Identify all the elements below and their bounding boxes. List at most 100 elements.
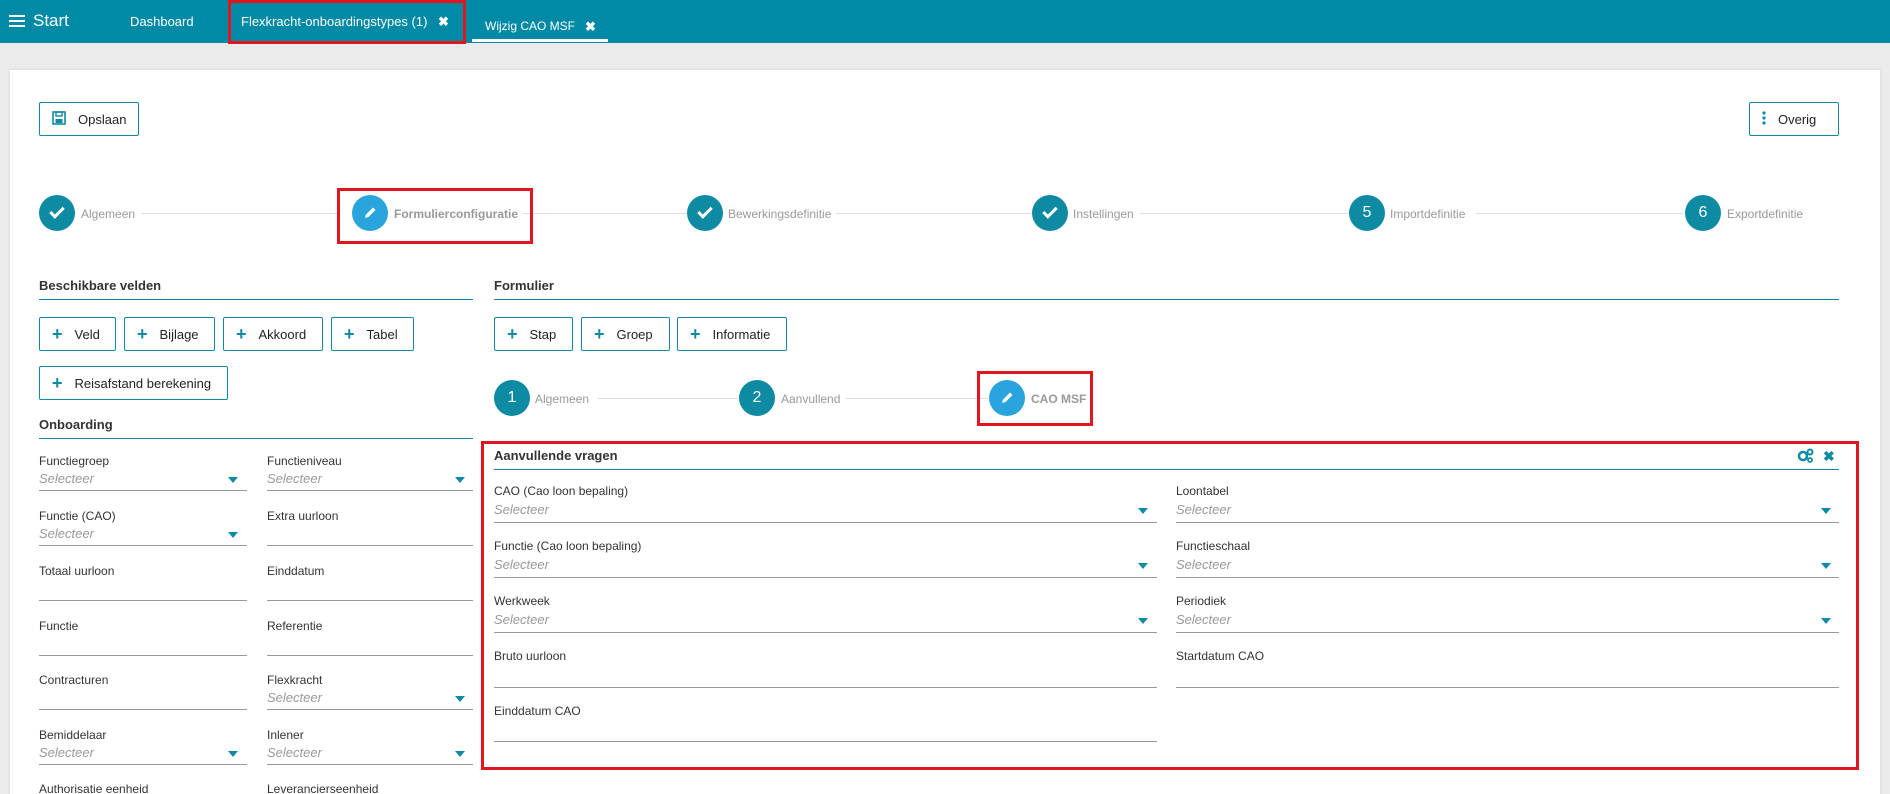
add-travel-distance-label: Reisafstand berekening: [74, 375, 212, 391]
chevron-down-icon[interactable]: [228, 532, 238, 538]
field-underline: [39, 764, 247, 765]
field-label: Periodiek: [1176, 594, 1227, 608]
form-step-1-label[interactable]: Algemeen: [535, 392, 589, 406]
add-field-button[interactable]: + Veld: [39, 317, 116, 351]
add-travel-distance-button[interactable]: + Reisafstand berekening: [39, 366, 228, 400]
form-step-connector: [598, 398, 738, 399]
highlight-wizard-step-box: [337, 188, 533, 244]
field-underline: [494, 522, 1157, 523]
section-divider: [39, 299, 473, 300]
plus-icon: +: [594, 324, 605, 344]
field-label: CAO (Cao loon bepaling): [494, 484, 629, 498]
add-step-button[interactable]: + Stap: [494, 317, 573, 351]
wizard-step-1-check-icon[interactable]: [39, 195, 75, 231]
form-step-1-number[interactable]: 1: [494, 380, 530, 416]
start-link[interactable]: Start: [33, 11, 69, 31]
chevron-down-icon[interactable]: [1821, 563, 1831, 569]
field-underline[interactable]: [1176, 687, 1839, 688]
chevron-down-icon[interactable]: [228, 751, 238, 757]
field-placeholder[interactable]: Selecteer: [267, 471, 322, 486]
field-placeholder[interactable]: Selecteer: [267, 690, 322, 705]
field-label: Werkweek: [494, 594, 550, 608]
wizard-step-6-number[interactable]: 6: [1685, 195, 1721, 231]
chevron-down-icon[interactable]: [1821, 618, 1831, 624]
save-button[interactable]: Opslaan: [39, 102, 139, 136]
wizard-connector: [1476, 213, 1683, 214]
dashboard-tab[interactable]: Dashboard: [130, 14, 194, 29]
field-underline[interactable]: [267, 655, 473, 656]
section-divider: [494, 469, 1839, 470]
wizard-step-5-label[interactable]: Importdefinitie: [1390, 207, 1465, 221]
menu-icon[interactable]: [9, 15, 25, 27]
field-placeholder[interactable]: Selecteer: [1176, 502, 1231, 517]
group-close-icon[interactable]: ✖: [1823, 448, 1835, 465]
field-placeholder[interactable]: Selecteer: [1176, 612, 1231, 627]
field-underline[interactable]: [494, 741, 1157, 742]
field-underline[interactable]: [39, 600, 247, 601]
chevron-down-icon[interactable]: [1821, 508, 1831, 514]
add-attachment-button[interactable]: + Bijlage: [124, 317, 215, 351]
tab-wijzig-cao-msf[interactable]: Wijzig CAO MSF: [485, 19, 575, 33]
add-information-label: Informatie: [712, 326, 771, 342]
field-label: Functie (CAO): [39, 509, 116, 523]
chevron-down-icon[interactable]: [455, 477, 465, 483]
field-underline[interactable]: [267, 600, 473, 601]
chevron-down-icon[interactable]: [1138, 563, 1148, 569]
group-settings-icon[interactable]: [1797, 448, 1814, 466]
field-placeholder[interactable]: Selecteer: [39, 745, 94, 760]
field-placeholder[interactable]: Selecteer: [494, 612, 549, 627]
field-placeholder[interactable]: Selecteer: [267, 745, 322, 760]
field-label: Startdatum CAO: [1176, 649, 1265, 663]
chevron-down-icon[interactable]: [1138, 508, 1148, 514]
add-step-label: Stap: [529, 326, 557, 342]
plus-icon: +: [52, 373, 63, 393]
wizard-step-4-label[interactable]: Instellingen: [1073, 207, 1134, 221]
field-underline: [267, 764, 473, 765]
wizard-step-5-number[interactable]: 5: [1349, 195, 1385, 231]
field-underline: [39, 545, 247, 546]
field-underline[interactable]: [39, 709, 247, 710]
highlight-tab-box: [228, 0, 466, 44]
add-information-button[interactable]: + Informatie: [677, 317, 787, 351]
chevron-down-icon[interactable]: [455, 751, 465, 757]
wizard-connector: [523, 213, 686, 214]
chevron-down-icon[interactable]: [1138, 618, 1148, 624]
wizard-connector: [836, 213, 1031, 214]
field-placeholder[interactable]: Selecteer: [39, 526, 94, 541]
wizard-step-3-label[interactable]: Bewerkingsdefinitie: [728, 207, 831, 221]
form-title: Formulier: [494, 278, 554, 293]
more-label: Overig: [1778, 111, 1817, 127]
field-placeholder[interactable]: Selecteer: [494, 557, 549, 572]
wizard-step-6-label[interactable]: Exportdefinitie: [1727, 207, 1803, 221]
add-table-label: Tabel: [366, 326, 398, 342]
plus-icon: +: [236, 324, 247, 344]
field-underline: [1176, 632, 1839, 633]
wizard-step-4-check-icon[interactable]: [1032, 195, 1068, 231]
field-underline[interactable]: [39, 655, 247, 656]
field-placeholder[interactable]: Selecteer: [1176, 557, 1231, 572]
close-tab-wijzig-icon[interactable]: ✖: [585, 19, 596, 35]
field-underline[interactable]: [494, 687, 1157, 688]
more-button[interactable]: Overig: [1749, 102, 1839, 136]
field-label: Einddatum CAO: [494, 704, 581, 718]
wizard-step-1-label[interactable]: Algemeen: [81, 207, 135, 221]
field-underline[interactable]: [267, 545, 473, 546]
add-table-button[interactable]: + Tabel: [331, 317, 414, 351]
wizard-step-3-check-icon[interactable]: [687, 195, 723, 231]
add-agreement-button[interactable]: + Akkoord: [223, 317, 323, 351]
available-fields-title: Beschikbare velden: [39, 278, 162, 293]
form-step-2-number[interactable]: 2: [739, 380, 775, 416]
chevron-down-icon[interactable]: [228, 477, 238, 483]
vertical-dots-icon: [1762, 110, 1766, 128]
add-group-button[interactable]: + Groep: [581, 317, 670, 351]
form-step-2-label[interactable]: Aanvullend: [781, 392, 840, 406]
field-label: Extra uurloon: [267, 509, 339, 523]
field-label: Functie (Cao loon bepaling): [494, 539, 642, 553]
plus-icon: +: [690, 324, 701, 344]
onboarding-title: Onboarding: [39, 417, 113, 432]
form-step-connector: [846, 398, 988, 399]
chevron-down-icon[interactable]: [455, 696, 465, 702]
field-placeholder[interactable]: Selecteer: [39, 471, 94, 486]
field-label: Inlener: [267, 728, 304, 742]
field-placeholder[interactable]: Selecteer: [494, 502, 549, 517]
